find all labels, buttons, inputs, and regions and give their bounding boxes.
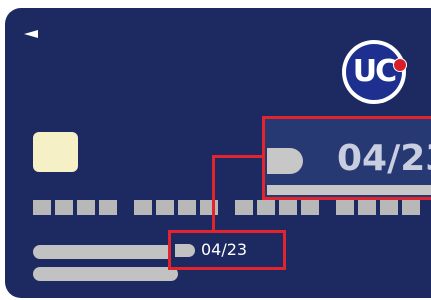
card-number-group <box>336 200 420 215</box>
expiry-zoom-tab <box>267 148 303 174</box>
card-info-placeholder <box>33 267 178 281</box>
expiry-zoom-callout: 04/23 <box>262 116 431 200</box>
card-illustration: UC 04/23 04/2 <box>0 0 431 300</box>
cardholder-name-placeholder <box>33 245 183 259</box>
expiry-tab <box>175 244 195 257</box>
uc-logo-icon: UC <box>342 40 406 104</box>
card-chip <box>33 132 78 172</box>
uc-logo-text: UC <box>346 44 402 100</box>
expiry-date: 04/23 <box>201 240 248 259</box>
card-number-group <box>33 200 117 215</box>
card-number-group <box>134 200 218 215</box>
callout-connector <box>212 155 268 230</box>
expiry-zoom-stripe <box>267 185 431 195</box>
expiry-date-zoomed: 04/23 <box>337 138 431 179</box>
expiry-highlight-box: 04/23 <box>168 230 286 270</box>
arrow-left-icon <box>24 30 38 38</box>
logo-dot <box>393 58 407 72</box>
